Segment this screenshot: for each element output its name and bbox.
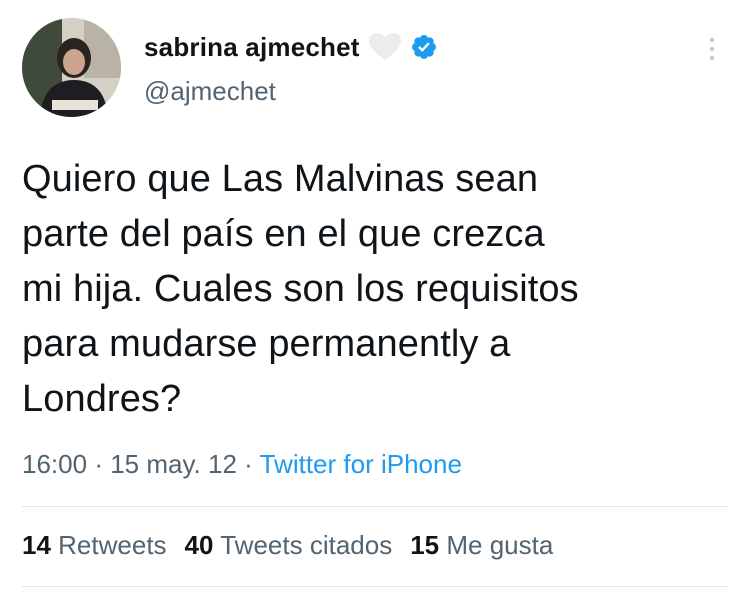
likes-stat[interactable]: 15 Me gusta — [410, 530, 553, 561]
author-handle[interactable]: @ajmechet — [144, 76, 276, 107]
avatar[interactable] — [22, 18, 121, 117]
meta-separator: · — [94, 449, 103, 479]
quotes-label: Tweets citados — [220, 530, 393, 560]
heart-icon — [368, 32, 402, 62]
quotes-count: 40 — [184, 530, 214, 560]
verified-badge-icon — [410, 33, 438, 61]
tweet-meta: 16:00 · 15 may. 12 · Twitter for iPhone — [22, 449, 462, 480]
display-name[interactable]: sabrina ajmechet — [144, 32, 360, 63]
likes-count: 15 — [410, 530, 440, 560]
likes-label: Me gusta — [446, 530, 554, 560]
tweet-time[interactable]: 16:00 — [22, 449, 87, 479]
retweets-label: Retweets — [58, 530, 167, 560]
retweets-stat[interactable]: 14 Retweets — [22, 530, 167, 561]
tweet-text: Quiero que Las Malvinas sean parte del p… — [22, 158, 579, 420]
more-vertical-icon[interactable] — [700, 34, 724, 64]
tweet-card: sabrina ajmechet @ajmechet Quiero que La… — [0, 0, 750, 598]
author-name-row: sabrina ajmechet — [144, 30, 438, 64]
divider-bottom — [22, 586, 728, 587]
quotes-stat[interactable]: 40 Tweets citados — [185, 530, 393, 561]
tweet-stats: 14 Retweets 40 Tweets citados 15 Me gust… — [22, 530, 571, 561]
tweet-date[interactable]: 15 may. 12 — [110, 449, 237, 479]
tweet-source[interactable]: Twitter for iPhone — [260, 449, 462, 479]
meta-separator-2: · — [244, 449, 253, 479]
avatar-photo — [22, 18, 121, 117]
retweets-count: 14 — [22, 530, 51, 560]
divider-top — [22, 506, 728, 507]
